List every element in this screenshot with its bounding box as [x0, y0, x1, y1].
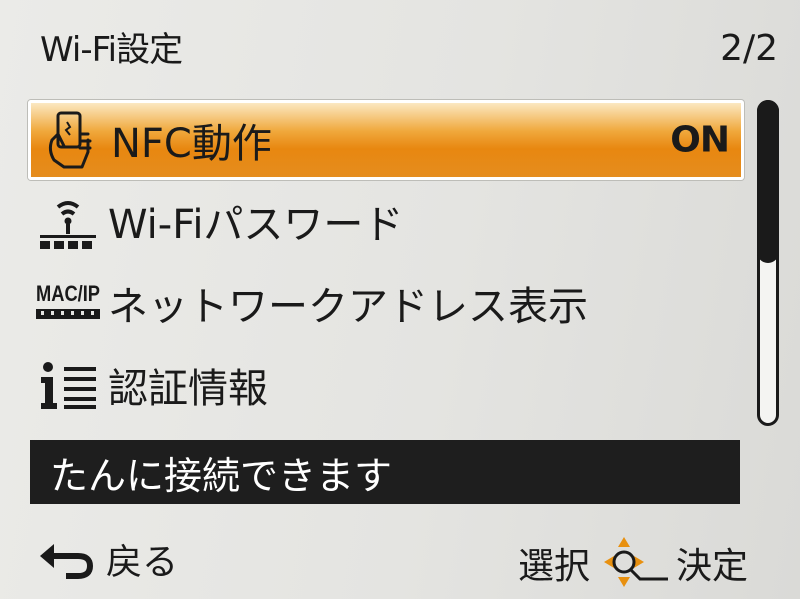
menu-scrollbar[interactable]: [757, 100, 779, 426]
menu-item-label: Wi-Fiパスワード: [108, 202, 404, 248]
info-list-icon: [28, 350, 108, 420]
confirm-label: 決定: [676, 546, 749, 587]
return-arrow-icon: [40, 544, 94, 579]
svg-text:MAC/IP: MAC/IP: [36, 281, 100, 306]
dpad-menu-set-icon: [604, 537, 669, 587]
help-text-bar: たんに接続できます: [30, 440, 740, 504]
settings-menu: NFC動作 ON Wi-Fiパスワード MAC/IP ネットワークアドレス表示 …: [28, 100, 744, 426]
page-indicator: 2/2: [720, 28, 778, 69]
nfc-hand-icon: [31, 105, 111, 175]
mac-ip-icon: MAC/IP: [28, 268, 108, 338]
menu-item-label: NFC動作: [111, 121, 272, 167]
menu-item-label: 認証情報: [108, 366, 268, 412]
help-text: たんに接続できます: [50, 453, 393, 498]
menu-item-wifi-password[interactable]: Wi-Fiパスワード: [28, 180, 744, 262]
back-label: 戻る: [106, 542, 179, 583]
menu-item-certification[interactable]: 認証情報: [28, 344, 744, 426]
screen-title: Wi-Fi設定: [40, 30, 183, 70]
footer-controls: 選択 決定: [508, 533, 748, 593]
menu-item-network-address[interactable]: MAC/IP ネットワークアドレス表示: [28, 262, 744, 344]
wifi-password-icon: [28, 186, 108, 256]
menu-item-label: ネットワークアドレス表示: [108, 284, 588, 330]
scroll-thumb[interactable]: [757, 100, 779, 263]
menu-item-nfc[interactable]: NFC動作 ON: [28, 100, 744, 180]
select-label: 選択: [518, 546, 591, 587]
back-button[interactable]: 戻る: [36, 533, 178, 585]
menu-item-value: ON: [670, 119, 730, 161]
